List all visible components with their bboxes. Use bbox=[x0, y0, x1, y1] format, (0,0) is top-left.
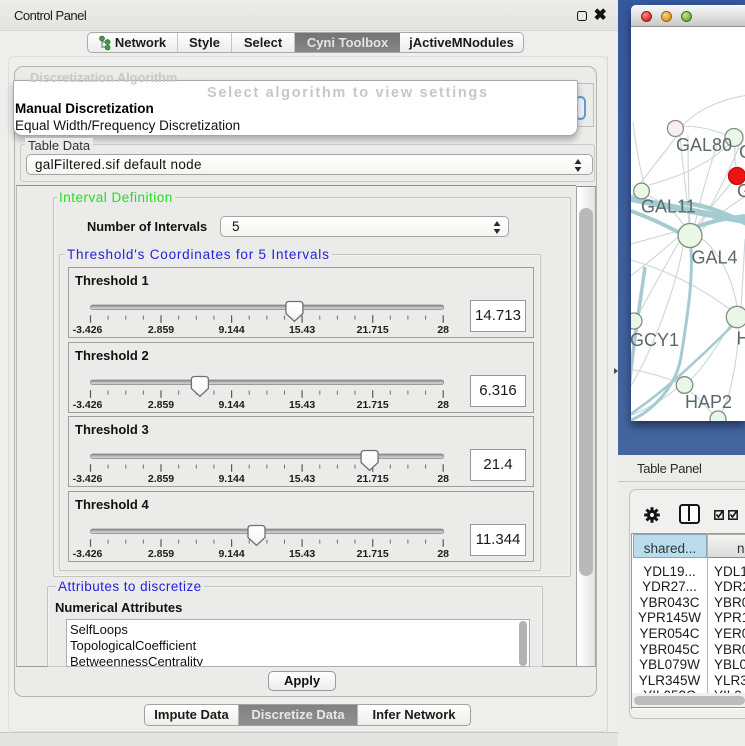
svg-text:GA: GA bbox=[739, 142, 745, 162]
svg-text:GAL4: GAL4 bbox=[692, 248, 738, 268]
svg-text:2.859: 2.859 bbox=[148, 399, 174, 411]
svg-text:15.43: 15.43 bbox=[289, 473, 315, 485]
svg-text:GAL80: GAL80 bbox=[676, 135, 732, 155]
svg-text:H: H bbox=[737, 329, 745, 349]
svg-text:15.43: 15.43 bbox=[289, 324, 315, 336]
svg-text:9.144: 9.144 bbox=[218, 399, 244, 411]
svg-text:-3.426: -3.426 bbox=[73, 399, 103, 411]
svg-text:2.859: 2.859 bbox=[148, 548, 174, 560]
svg-text:21.715: 21.715 bbox=[357, 548, 389, 560]
svg-text:28: 28 bbox=[437, 548, 449, 560]
svg-text:2.859: 2.859 bbox=[148, 473, 174, 485]
svg-text:G: G bbox=[737, 181, 745, 201]
svg-text:9.144: 9.144 bbox=[218, 473, 244, 485]
svg-text:-3.426: -3.426 bbox=[73, 548, 103, 560]
svg-text:21.715: 21.715 bbox=[357, 399, 389, 411]
svg-text:28: 28 bbox=[437, 473, 449, 485]
svg-text:9.144: 9.144 bbox=[218, 324, 244, 336]
svg-text:28: 28 bbox=[437, 399, 449, 411]
svg-text:21.715: 21.715 bbox=[357, 324, 389, 336]
svg-text:28: 28 bbox=[437, 324, 449, 336]
svg-text:GAL11: GAL11 bbox=[641, 197, 696, 217]
svg-text:-3.426: -3.426 bbox=[73, 324, 103, 336]
svg-text:2.859: 2.859 bbox=[148, 324, 174, 336]
svg-text:15.43: 15.43 bbox=[289, 548, 315, 560]
svg-text:21.715: 21.715 bbox=[357, 473, 389, 485]
svg-text:15.43: 15.43 bbox=[289, 399, 315, 411]
svg-text:HAP2: HAP2 bbox=[685, 392, 732, 412]
svg-text:GCY1: GCY1 bbox=[631, 330, 679, 350]
svg-text:9.144: 9.144 bbox=[218, 548, 244, 560]
svg-text:-3.426: -3.426 bbox=[73, 473, 103, 485]
